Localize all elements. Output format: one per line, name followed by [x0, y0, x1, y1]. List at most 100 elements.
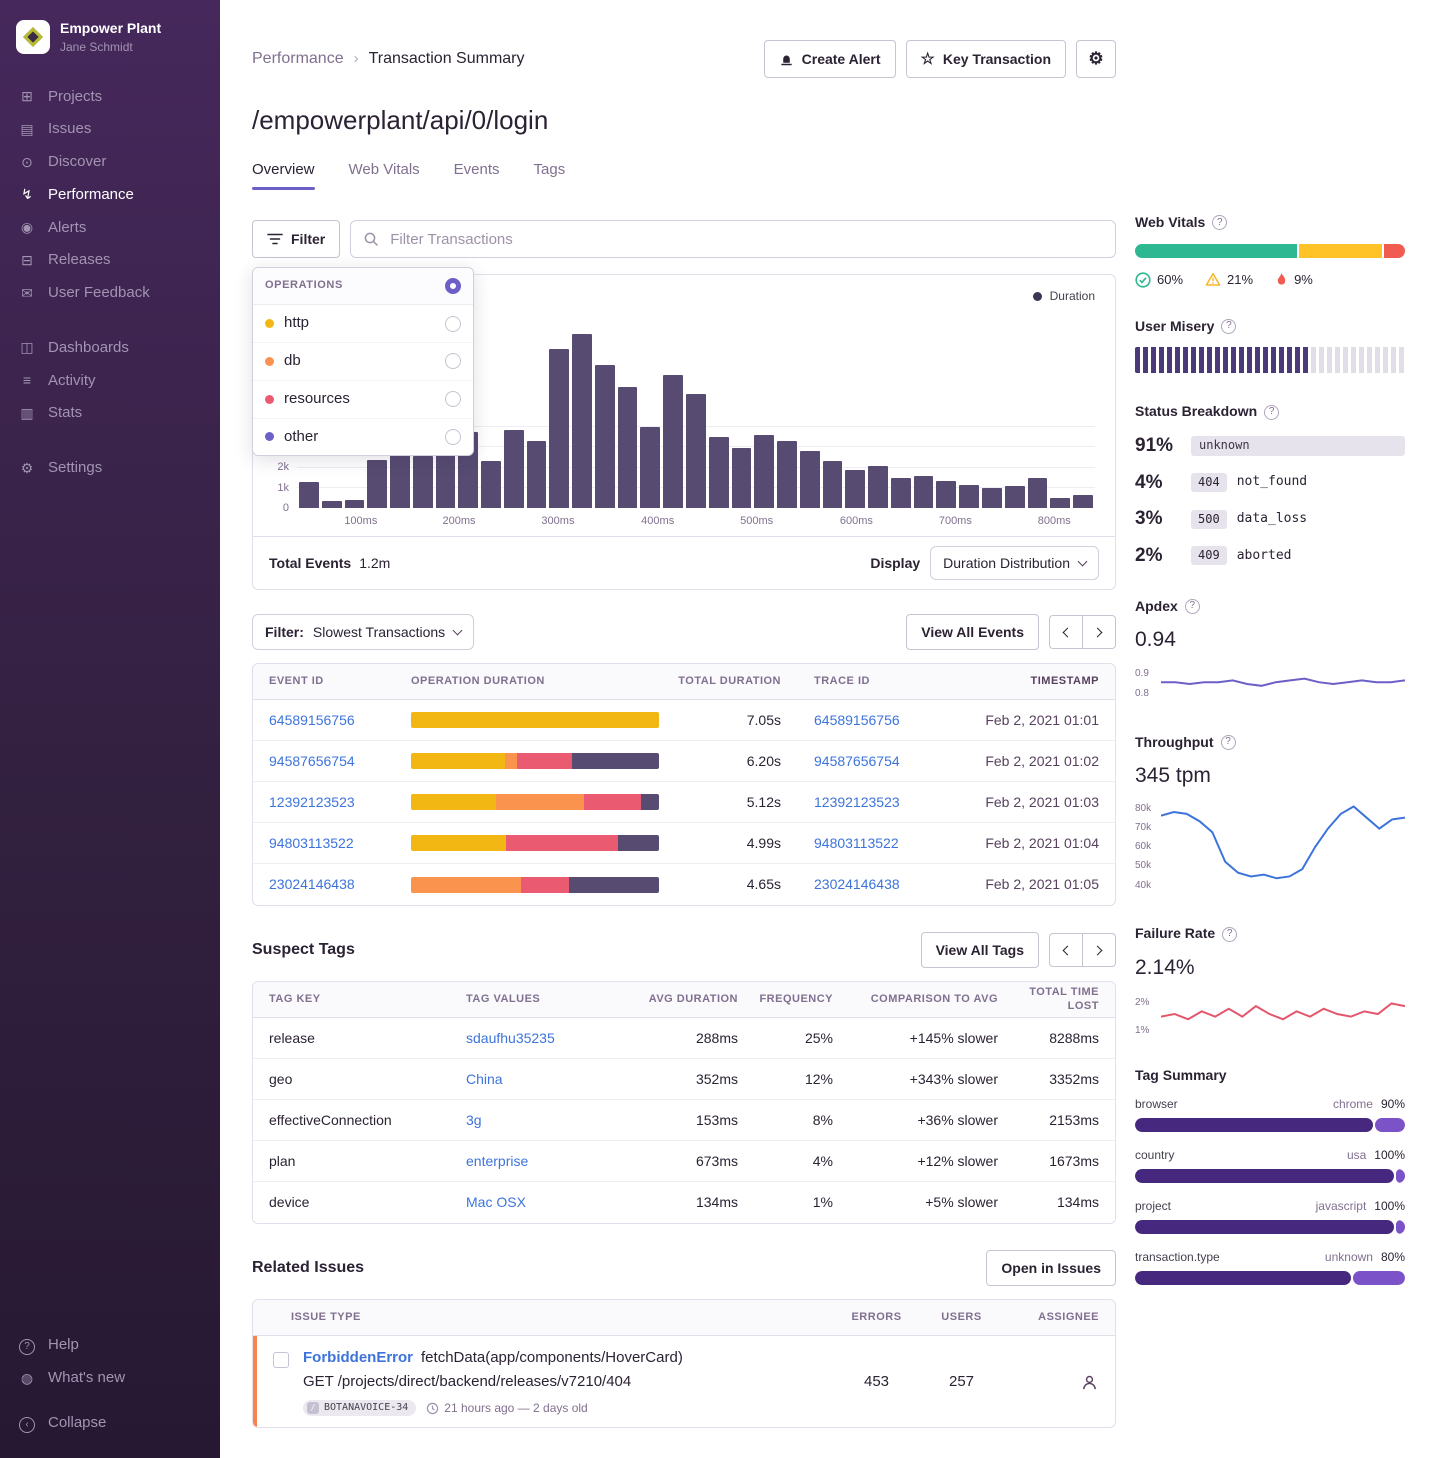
- question-icon[interactable]: ?: [1212, 215, 1227, 230]
- tab-web-vitals[interactable]: Web Vitals: [349, 161, 420, 191]
- event-id-link[interactable]: 94587656754: [269, 753, 355, 769]
- question-icon[interactable]: ?: [1264, 405, 1279, 420]
- question-icon[interactable]: ?: [1185, 599, 1200, 614]
- sidebar-item-collapse[interactable]: ‹Collapse: [0, 1407, 220, 1440]
- histogram-bar[interactable]: [1028, 478, 1048, 508]
- question-icon[interactable]: ?: [1221, 735, 1236, 750]
- sidebar-item-help[interactable]: ?Help: [0, 1329, 220, 1362]
- event-id-link[interactable]: 94803113522: [269, 835, 354, 851]
- resources-radio[interactable]: [445, 391, 461, 407]
- sidebar-item-activity[interactable]: ≡Activity: [0, 365, 220, 398]
- trace-id-link[interactable]: 64589156756: [814, 712, 900, 728]
- prev-page-button[interactable]: [1049, 933, 1083, 967]
- http-radio[interactable]: [445, 316, 461, 332]
- operation-option-http[interactable]: http: [253, 305, 473, 343]
- sidebar-item-performance[interactable]: ↯Performance: [0, 179, 220, 212]
- filter-button[interactable]: Filter: [252, 220, 340, 258]
- histogram-bar[interactable]: [823, 461, 843, 509]
- operation-option-db[interactable]: db: [253, 343, 473, 381]
- operations-all-radio[interactable]: [445, 278, 461, 294]
- histogram-bar[interactable]: [1005, 486, 1025, 508]
- transactions-filter-select[interactable]: Filter: Slowest Transactions: [252, 614, 474, 650]
- sidebar-item-settings[interactable]: ⚙Settings: [0, 452, 220, 485]
- histogram-bar[interactable]: [618, 387, 638, 508]
- sidebar-item-dashboards[interactable]: ◫Dashboards: [0, 332, 220, 365]
- issue-checkbox[interactable]: [273, 1352, 289, 1368]
- histogram-bar[interactable]: [686, 394, 706, 508]
- sidebar-item-issues[interactable]: ▤Issues: [0, 113, 220, 146]
- histogram-bar[interactable]: [390, 455, 410, 509]
- tag-value-link[interactable]: China: [466, 1071, 503, 1087]
- tag-value-link[interactable]: enterprise: [466, 1153, 528, 1169]
- display-select[interactable]: Duration Distribution: [930, 546, 1099, 580]
- histogram-bar[interactable]: [891, 478, 911, 508]
- event-id-link[interactable]: 64589156756: [269, 712, 355, 728]
- question-icon[interactable]: ?: [1221, 319, 1236, 334]
- trace-id-link[interactable]: 94587656754: [814, 753, 900, 769]
- histogram-bar[interactable]: [754, 435, 774, 508]
- tab-tags[interactable]: Tags: [534, 161, 566, 191]
- histogram-bar[interactable]: [504, 430, 524, 508]
- histogram-bar[interactable]: [322, 501, 342, 508]
- histogram-bar[interactable]: [959, 485, 979, 508]
- histogram-bar[interactable]: [299, 482, 319, 508]
- histogram-bar[interactable]: [640, 427, 660, 508]
- sidebar-item-discover[interactable]: ⊙Discover: [0, 146, 220, 179]
- sidebar-item-stats[interactable]: ▥Stats: [0, 397, 220, 430]
- histogram-bar[interactable]: [845, 470, 865, 508]
- other-radio[interactable]: [445, 429, 461, 445]
- org-switcher[interactable]: Empower Plant Jane Schmidt: [0, 16, 220, 55]
- assignee-button[interactable]: [1004, 1373, 1099, 1392]
- histogram-bar[interactable]: [1050, 498, 1070, 508]
- histogram-bar[interactable]: [572, 334, 592, 508]
- sidebar-item-whats-new[interactable]: ◍What's new: [0, 1362, 220, 1395]
- question-icon[interactable]: ?: [1222, 927, 1237, 942]
- next-page-button[interactable]: [1082, 615, 1116, 649]
- histogram-bar[interactable]: [549, 349, 569, 508]
- issue-type-link[interactable]: ForbiddenError: [303, 1349, 413, 1368]
- histogram-bar[interactable]: [777, 441, 797, 509]
- db-radio[interactable]: [445, 353, 461, 369]
- view-all-tags-button[interactable]: View All Tags: [921, 932, 1039, 968]
- histogram-bar[interactable]: [732, 448, 752, 509]
- tag-value-link[interactable]: Mac OSX: [466, 1194, 526, 1210]
- histogram-bar[interactable]: [868, 466, 888, 508]
- histogram-bar[interactable]: [663, 375, 683, 509]
- histogram-bar[interactable]: [413, 456, 433, 509]
- histogram-bar[interactable]: [481, 461, 501, 509]
- tab-events[interactable]: Events: [454, 161, 500, 191]
- operation-option-other[interactable]: other: [253, 419, 473, 456]
- view-all-events-button[interactable]: View All Events: [906, 614, 1039, 650]
- open-in-issues-button[interactable]: Open in Issues: [986, 1250, 1116, 1286]
- tag-value-link[interactable]: 3g: [466, 1112, 482, 1128]
- next-page-button[interactable]: [1082, 933, 1116, 967]
- prev-page-button[interactable]: [1049, 615, 1083, 649]
- tab-overview[interactable]: Overview: [252, 161, 315, 191]
- histogram-bar[interactable]: [595, 365, 615, 509]
- key-transaction-button[interactable]: ☆ Key Transaction: [906, 40, 1067, 78]
- project-badge[interactable]: / BOTANAVOICE-34: [303, 1400, 416, 1417]
- histogram-bar[interactable]: [914, 476, 934, 508]
- histogram-bar[interactable]: [345, 500, 365, 508]
- histogram-bar[interactable]: [800, 451, 820, 509]
- histogram-bar[interactable]: [527, 441, 547, 509]
- histogram-bar[interactable]: [709, 437, 729, 508]
- settings-gear-button[interactable]: ⚙: [1076, 40, 1116, 78]
- event-id-link[interactable]: 12392123523: [269, 794, 355, 810]
- histogram-bar[interactable]: [982, 488, 1002, 508]
- trace-id-link[interactable]: 12392123523: [814, 794, 900, 810]
- sidebar-item-user-feedback[interactable]: ✉User Feedback: [0, 277, 220, 310]
- trace-id-link[interactable]: 23024146438: [814, 876, 900, 892]
- breadcrumb-performance[interactable]: Performance: [252, 49, 344, 69]
- sidebar-item-projects[interactable]: ⊞Projects: [0, 81, 220, 114]
- create-alert-button[interactable]: Create Alert: [764, 40, 896, 78]
- operation-option-resources[interactable]: resources: [253, 381, 473, 419]
- tag-value-link[interactable]: sdaufhu35235: [466, 1030, 555, 1046]
- histogram-bar[interactable]: [936, 481, 956, 508]
- event-id-link[interactable]: 23024146438: [269, 876, 355, 892]
- histogram-bar[interactable]: [367, 460, 387, 509]
- sidebar-item-alerts[interactable]: ◉Alerts: [0, 212, 220, 245]
- search-input[interactable]: [388, 230, 1103, 249]
- histogram-bar[interactable]: [436, 453, 456, 509]
- sidebar-item-releases[interactable]: ⊟Releases: [0, 244, 220, 277]
